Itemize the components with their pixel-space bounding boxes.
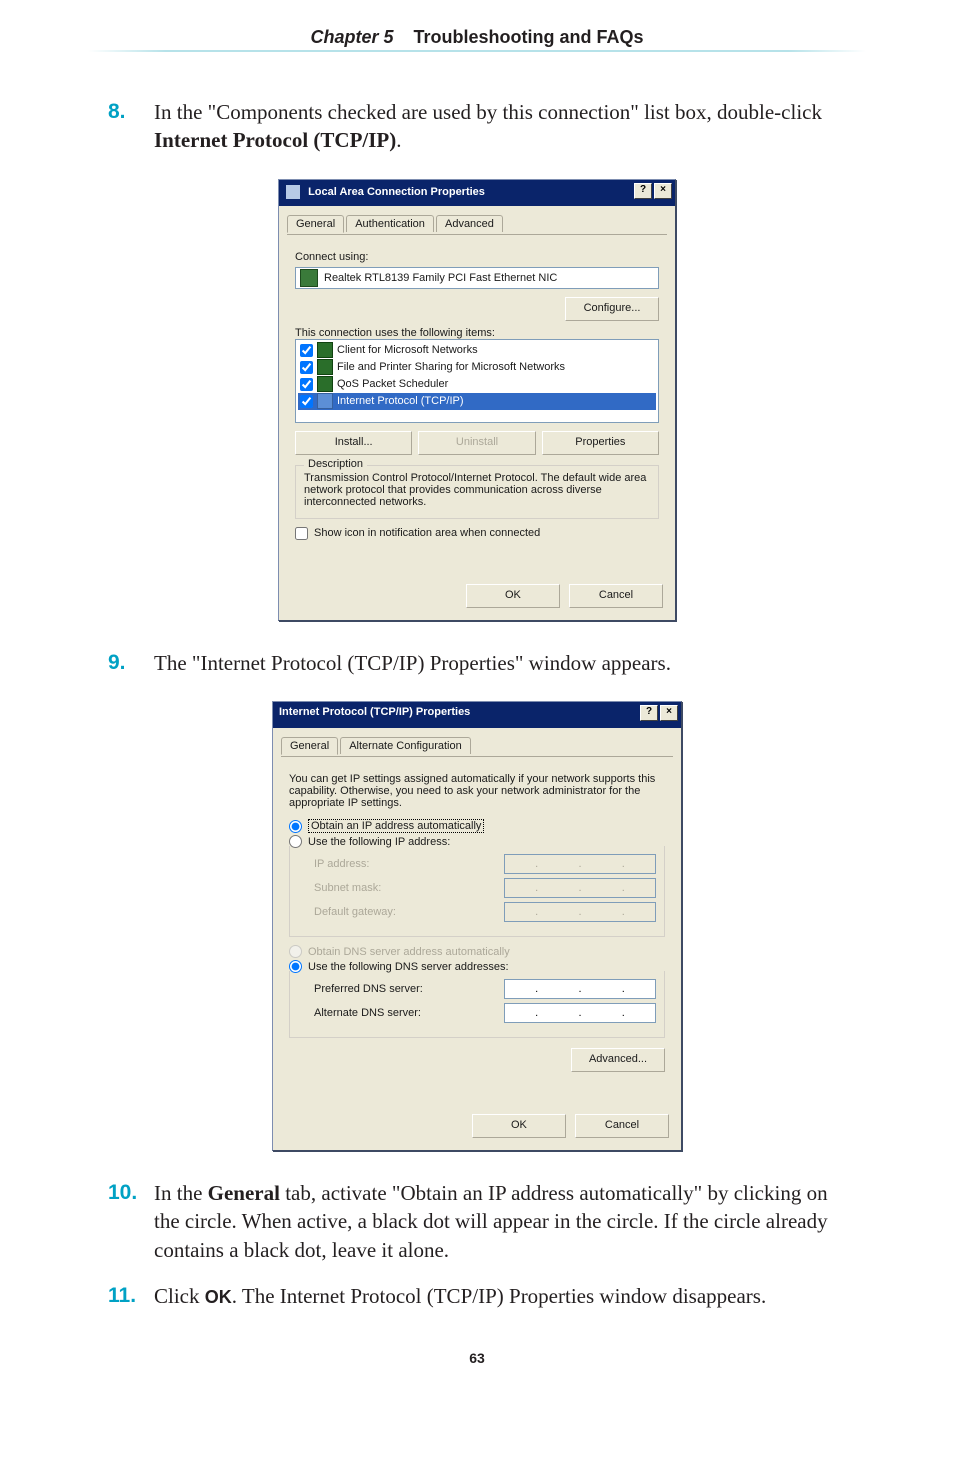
bold: Internet Protocol (	[154, 128, 320, 152]
dialog-tcpip-properties: Internet Protocol (TCP/IP) Properties ? …	[272, 701, 682, 1151]
radio-label: Obtain DNS server address automatically	[308, 946, 510, 958]
step-body: In the "Components checked are used by t…	[154, 98, 846, 155]
page-number: 63	[0, 1350, 954, 1366]
uninstall-button: Uninstall	[418, 431, 535, 455]
smallcaps: TCP/IP	[354, 651, 417, 675]
step-8: 8. In the "Components checked are used b…	[108, 98, 846, 155]
ip-field: ...	[504, 854, 656, 874]
component-icon	[317, 359, 333, 375]
radio-obtain-dns	[289, 945, 302, 958]
ip-label: IP address:	[314, 858, 504, 870]
text: In the "Components checked are used by t…	[154, 100, 822, 124]
titlebar[interactable]: Local Area Connection Properties ? ×	[279, 180, 675, 206]
checkbox[interactable]	[300, 378, 313, 391]
tab-authentication[interactable]: Authentication	[346, 215, 434, 232]
window-title: Internet Protocol (TCP/IP) Properties	[279, 706, 470, 718]
item-label: Client for Microsoft Networks	[337, 344, 478, 356]
checkbox[interactable]	[300, 395, 313, 408]
nic-box[interactable]: Realtek RTL8139 Family PCI Fast Ethernet…	[295, 267, 659, 289]
step-number: 10.	[108, 1179, 154, 1264]
cancel-button[interactable]: Cancel	[569, 584, 663, 608]
gateway-label: Default gateway:	[314, 906, 504, 918]
step-body: In the General tab, activate "Obtain an …	[154, 1179, 846, 1264]
text: .	[396, 128, 401, 152]
text: The "Internet Protocol (	[154, 651, 354, 675]
tab-row: General Alternate Configuration	[281, 736, 673, 757]
list-item-selected[interactable]: Internet Protocol (TCP/IP)	[298, 393, 656, 410]
list-item[interactable]: File and Printer Sharing for Microsoft N…	[298, 359, 656, 376]
window-icon	[285, 184, 301, 200]
nic-name: Realtek RTL8139 Family PCI Fast Ethernet…	[324, 268, 557, 288]
step-11: 11. Click OK. The Internet Protocol (TCP…	[108, 1282, 846, 1310]
tab-row: General Authentication Advanced	[287, 214, 667, 235]
description-label: Description	[304, 458, 367, 470]
checkbox[interactable]	[300, 361, 313, 374]
text: ) Properties" window appears.	[417, 651, 671, 675]
chapter-header: Chapter 5 Troubleshooting and FAQs	[310, 27, 643, 48]
step-number: 9.	[108, 649, 154, 677]
subnet-label: Subnet mask:	[314, 882, 504, 894]
ok-button[interactable]: OK	[466, 584, 560, 608]
install-button[interactable]: Install...	[295, 431, 412, 455]
step-number: 11.	[108, 1282, 154, 1310]
connect-using-label: Connect using:	[295, 251, 659, 263]
show-icon-checkbox[interactable]	[295, 527, 308, 540]
tab-alternate[interactable]: Alternate Configuration	[340, 737, 471, 754]
pdns-field[interactable]: ...	[504, 979, 656, 999]
items-label: This connection uses the following items…	[295, 327, 659, 339]
item-label: QoS Packet Scheduler	[337, 378, 448, 390]
help-button[interactable]: ?	[640, 705, 658, 721]
component-icon	[317, 342, 333, 358]
step-10: 10. In the General tab, activate "Obtain…	[108, 1179, 846, 1264]
components-listbox[interactable]: Client for Microsoft Networks File and P…	[295, 339, 659, 423]
radio-obtain-ip[interactable]	[289, 820, 302, 833]
step-9: 9. The "Internet Protocol (TCP/IP) Prope…	[108, 649, 846, 677]
component-icon	[317, 393, 333, 409]
dialog-lan-properties: Local Area Connection Properties ? × Gen…	[278, 179, 676, 621]
component-icon	[317, 376, 333, 392]
radio-label: Obtain an IP address automatically	[308, 819, 484, 833]
tab-advanced[interactable]: Advanced	[436, 215, 503, 232]
item-label: File and Printer Sharing for Microsoft N…	[337, 361, 565, 373]
configure-button[interactable]: Configure...	[565, 297, 659, 321]
ok-button[interactable]: OK	[472, 1114, 566, 1138]
subnet-field: ...	[504, 878, 656, 898]
bold: General	[208, 1181, 280, 1205]
chapter-title-text: Troubleshooting and FAQs	[414, 27, 644, 47]
pdns-label: Preferred DNS server:	[314, 983, 504, 995]
text: Click	[154, 1284, 205, 1308]
nic-icon	[300, 269, 318, 287]
checkbox[interactable]	[300, 344, 313, 357]
list-item[interactable]: Client for Microsoft Networks	[298, 342, 656, 359]
text: ) Properties window disappears.	[497, 1284, 766, 1308]
intro-text: You can get IP settings assigned automat…	[289, 773, 665, 809]
tab-general[interactable]: General	[281, 737, 338, 755]
help-button[interactable]: ?	[634, 183, 652, 199]
titlebar[interactable]: Internet Protocol (TCP/IP) Properties ? …	[273, 702, 681, 728]
adns-label: Alternate DNS server:	[314, 1007, 504, 1019]
header-rule	[88, 50, 866, 52]
smallcaps: TCP/IP	[434, 1284, 497, 1308]
smallcaps: TCP/IP	[320, 128, 389, 152]
show-icon-label: Show icon in notification area when conn…	[314, 527, 540, 539]
list-item[interactable]: QoS Packet Scheduler	[298, 376, 656, 393]
step-body: The "Internet Protocol (TCP/IP) Properti…	[154, 649, 846, 677]
step-body: Click OK. The Internet Protocol (TCP/IP)…	[154, 1282, 846, 1310]
window-title: Local Area Connection Properties	[308, 186, 485, 198]
adns-field[interactable]: ...	[504, 1003, 656, 1023]
cancel-button[interactable]: Cancel	[575, 1114, 669, 1138]
close-button[interactable]: ×	[660, 705, 678, 721]
properties-button[interactable]: Properties	[542, 431, 659, 455]
tab-general[interactable]: General	[287, 215, 344, 233]
advanced-button[interactable]: Advanced...	[571, 1048, 665, 1072]
gateway-field: ...	[504, 902, 656, 922]
chapter-label: Chapter 5	[310, 27, 393, 47]
text: In the	[154, 1181, 208, 1205]
close-button[interactable]: ×	[654, 183, 672, 199]
description-text: Transmission Control Protocol/Internet P…	[304, 472, 650, 508]
ok-smallcaps: OK	[205, 1287, 232, 1307]
text: . The Internet Protocol (	[232, 1284, 434, 1308]
step-number: 8.	[108, 98, 154, 155]
item-label: Internet Protocol (TCP/IP)	[337, 395, 464, 407]
